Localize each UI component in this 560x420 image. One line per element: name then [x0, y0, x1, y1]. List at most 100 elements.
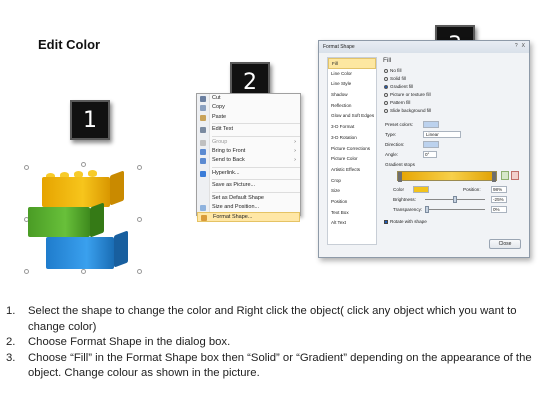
paste-icon: [200, 114, 206, 121]
preset-colors-label: Preset colors:: [385, 122, 414, 127]
menu-item-bring-to-front[interactable]: Bring to Front ›: [197, 147, 300, 156]
menu-item-save-as-picture[interactable]: Save as Picture...: [197, 181, 300, 190]
text-icon: [200, 127, 206, 134]
nav-item-picture-color[interactable]: Picture Color: [328, 154, 376, 165]
submenu-arrow-icon: ›: [294, 138, 296, 145]
menu-item-edit-text[interactable]: Edit Text: [197, 125, 300, 134]
nav-item-shadow[interactable]: Shadow: [328, 90, 376, 101]
radio-slide-background-fill[interactable]: Slide background fill: [381, 107, 525, 115]
nav-item-alt-text[interactable]: Alt Text: [328, 218, 376, 229]
brightness-label: Brightness:: [393, 197, 416, 202]
selection-handle[interactable]: [137, 269, 142, 274]
green-brick-side: [90, 202, 104, 238]
gradient-stops-label: Gradient stops: [385, 162, 415, 167]
format-shape-icon: [201, 215, 207, 222]
context-menu: Cut Copy Paste Edit Text Group › Bring to…: [196, 93, 301, 222]
nav-item-picture-corrections[interactable]: Picture Corrections: [328, 144, 376, 155]
nav-item-position[interactable]: Position: [328, 197, 376, 208]
yellow-brick-side: [110, 170, 124, 206]
menu-separator: [212, 135, 300, 137]
nav-item-3d-format[interactable]: 3-D Format: [328, 122, 376, 133]
yellow-brick: [42, 177, 110, 207]
menu-item-size-and-position[interactable]: Size and Position...: [197, 203, 300, 212]
menu-separator: [212, 123, 300, 125]
menu-separator: [212, 191, 300, 193]
lego-stack-image[interactable]: [24, 162, 144, 275]
add-stop-icon[interactable]: [501, 171, 509, 180]
nav-item-fill[interactable]: Fill: [328, 58, 376, 69]
transparency-slider-thumb[interactable]: [425, 206, 429, 213]
default-shape-icon: [200, 196, 206, 202]
selection-handle[interactable]: [137, 217, 142, 222]
close-icon[interactable]: X: [522, 43, 525, 49]
instruction-item: 2. Choose Format Shape in the dialog box.: [6, 336, 231, 348]
transparency-label: Transparency:: [393, 207, 423, 212]
selection-handle[interactable]: [81, 269, 86, 274]
transparency-slider[interactable]: [425, 209, 485, 210]
position-input[interactable]: 98%: [491, 186, 507, 193]
submenu-arrow-icon: ›: [294, 147, 296, 154]
format-shape-dialog: Format Shape ? X Fill Line Color Line St…: [318, 40, 530, 258]
selection-handle[interactable]: [81, 162, 86, 167]
menu-item-copy[interactable]: Copy: [197, 103, 300, 112]
type-dropdown[interactable]: Linear: [423, 131, 461, 138]
menu-item-group[interactable]: Group ›: [197, 138, 300, 147]
picture-icon: [200, 183, 206, 189]
transparency-input[interactable]: 0%: [491, 206, 507, 213]
instruction-item: 3. Choose “Fill” in the Format Shape box …: [6, 351, 532, 380]
radio-gradient-fill[interactable]: Gradient fill: [381, 83, 525, 91]
blue-brick: [46, 237, 114, 269]
checkbox-icon: [384, 220, 388, 224]
color-picker-button[interactable]: [413, 186, 429, 193]
rotate-with-shape-checkbox[interactable]: Rotate with shape: [381, 218, 427, 226]
nav-item-line-style[interactable]: Line Style: [328, 79, 376, 90]
preset-colors-dropdown[interactable]: [423, 121, 439, 128]
brightness-slider-thumb[interactable]: [453, 196, 457, 203]
menu-item-format-shape[interactable]: Format Shape...: [197, 212, 300, 222]
angle-input[interactable]: 0°: [423, 151, 437, 158]
remove-stop-icon[interactable]: [511, 171, 519, 180]
menu-item-set-default-shape[interactable]: Set as Default Shape: [197, 194, 300, 203]
type-label: Type:: [385, 132, 397, 137]
instruction-item: 1. Select the shape to change the color a…: [6, 305, 517, 333]
menu-separator: [212, 179, 300, 181]
nav-item-size[interactable]: Size: [328, 186, 376, 197]
blue-brick-side: [114, 230, 128, 268]
help-button[interactable]: ?: [515, 43, 518, 49]
nav-item-text-box[interactable]: Text Box: [328, 208, 376, 219]
selection-handle[interactable]: [24, 269, 29, 274]
copy-icon: [200, 105, 206, 112]
direction-dropdown[interactable]: [423, 141, 439, 148]
nav-item-line-color[interactable]: Line Color: [328, 69, 376, 80]
radio-picture-fill[interactable]: Picture or texture fill: [381, 91, 525, 99]
nav-item-reflection[interactable]: Reflection: [328, 101, 376, 112]
menu-item-cut[interactable]: Cut: [197, 94, 300, 103]
menu-item-hyperlink[interactable]: Hyperlink...: [197, 169, 300, 178]
page-title: Edit Color: [38, 37, 101, 52]
nav-item-3d-rotation[interactable]: 3-D Rotation: [328, 133, 376, 144]
nav-item-artistic-effects[interactable]: Artistic Effects: [328, 165, 376, 176]
step-badge-1: 1: [70, 100, 110, 140]
menu-item-send-to-back[interactable]: Send to Back ›: [197, 156, 300, 165]
gradient-stop-handle[interactable]: [492, 172, 496, 182]
menu-separator: [212, 166, 300, 168]
group-icon: [200, 139, 206, 146]
close-button[interactable]: Close: [489, 239, 521, 249]
send-back-icon: [200, 158, 206, 165]
selection-handle[interactable]: [24, 165, 29, 170]
submenu-arrow-icon: ›: [294, 157, 296, 164]
lego-stud: [88, 170, 97, 177]
angle-label: Angle:: [385, 152, 399, 157]
selection-handle[interactable]: [137, 165, 142, 170]
gradient-stops-bar[interactable]: [397, 171, 497, 182]
nav-item-glow[interactable]: Glow and Soft Edges: [328, 111, 376, 122]
gradient-stop-handle[interactable]: [398, 172, 402, 182]
size-icon: [200, 204, 206, 211]
radio-pattern-fill[interactable]: Pattern fill: [381, 99, 525, 107]
menu-item-paste[interactable]: Paste: [197, 113, 300, 122]
radio-solid-fill[interactable]: Solid fill: [381, 75, 525, 83]
dialog-titlebar: Format Shape: [319, 41, 529, 53]
nav-item-crop[interactable]: Crop: [328, 176, 376, 187]
brightness-input[interactable]: -25%: [491, 196, 507, 203]
radio-no-fill[interactable]: No fill: [381, 67, 525, 75]
